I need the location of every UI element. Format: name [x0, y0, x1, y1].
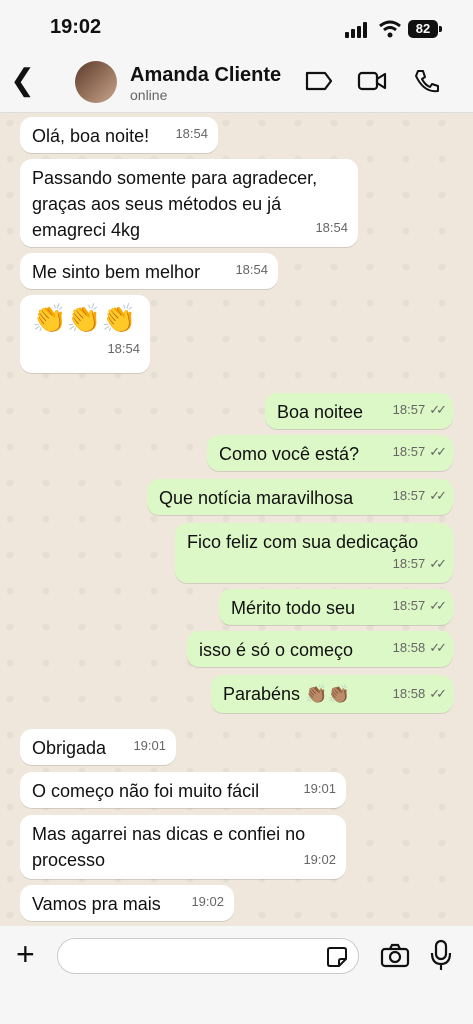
message-bubble[interactable]: Boa noitee 18:57 ✓✓ [265, 393, 453, 429]
microphone-icon[interactable] [430, 939, 452, 971]
read-ticks-icon: ✓✓ [429, 444, 447, 459]
read-ticks-icon: ✓✓ [429, 598, 447, 613]
message-input[interactable] [57, 938, 359, 974]
message-text: Mas agarrei nas dicas e confiei no proce… [32, 824, 306, 870]
chevron-left-icon[interactable]: ❮ [10, 66, 35, 96]
message-time: 18:57 [392, 556, 426, 571]
contact-name[interactable]: Amanda Cliente [130, 64, 281, 87]
message-time: 18:57 [392, 598, 426, 613]
sticker-icon[interactable] [326, 946, 348, 968]
message-time: 18:57 [392, 402, 426, 417]
signal-icon [345, 22, 371, 38]
contact-status: online [130, 87, 168, 103]
message-time: 18:54 [107, 341, 140, 356]
message-time: 18:57 [392, 488, 426, 503]
message-text: Passando somente para agradecer, graças … [32, 168, 318, 240]
message-time: 18:54 [175, 126, 208, 141]
tag-icon[interactable] [304, 68, 334, 94]
message-time: 18:58 [392, 686, 426, 701]
wifi-icon [379, 20, 401, 38]
message-bubble[interactable]: Fico feliz com sua dedicação 18:57 ✓✓ [175, 523, 453, 583]
camera-icon[interactable] [380, 942, 410, 968]
status-bar: 19:02 82 [0, 0, 473, 50]
message-bubble[interactable]: Mérito todo seu 18:57 ✓✓ [219, 589, 453, 625]
battery-icon: 82 [408, 20, 442, 38]
composer-bar: + [0, 926, 473, 1024]
message-time: 18:54 [235, 262, 268, 277]
read-ticks-icon: ✓✓ [429, 488, 447, 503]
message-bubble[interactable]: Me sinto bem melhor 18:54 [20, 253, 278, 289]
message-bubble[interactable]: Mas agarrei nas dicas e confiei no proce… [20, 815, 346, 879]
message-bubble[interactable]: Parabéns 👏🏽👏🏽 18:58 ✓✓ [211, 675, 453, 713]
read-ticks-icon: ✓✓ [429, 556, 447, 571]
read-ticks-icon: ✓✓ [429, 686, 447, 701]
message-bubble[interactable]: Como você está? 18:57 ✓✓ [207, 435, 453, 471]
message-text: Me sinto bem melhor [32, 262, 201, 282]
message-time: 19:01 [133, 738, 166, 753]
message-text: O começo não foi muito fácil [32, 781, 260, 801]
chat-header: ❮ Amanda Cliente online [0, 50, 473, 113]
message-time: 19:01 [303, 781, 336, 796]
message-bubble[interactable]: isso é só o começo 18:58 ✓✓ [187, 631, 453, 667]
message-bubble[interactable]: O começo não foi muito fácil 19:01 [20, 772, 346, 808]
message-bubble[interactable]: Que notícia maravilhosa 18:57 ✓✓ [147, 479, 453, 515]
avatar[interactable] [75, 61, 117, 103]
message-time: 18:58 [392, 640, 426, 655]
message-time: 19:02 [191, 894, 224, 909]
plus-icon[interactable]: + [16, 938, 35, 970]
message-list[interactable]: Olá, boa noite! 18:54 Passando somente p… [0, 113, 473, 926]
message-bubble[interactable]: Olá, boa noite! 18:54 [20, 117, 218, 153]
message-bubble[interactable]: Obrigada 19:01 [20, 729, 176, 765]
message-time: 18:57 [392, 444, 426, 459]
message-bubble[interactable]: 👏👏👏 18:54 [20, 295, 150, 373]
phone-icon[interactable] [412, 68, 442, 94]
message-bubble[interactable]: Vamos pra mais 19:02 [20, 885, 234, 921]
message-time: 18:54 [315, 220, 348, 235]
status-time: 19:02 [50, 16, 102, 38]
read-ticks-icon: ✓✓ [429, 402, 447, 417]
read-ticks-icon: ✓✓ [429, 640, 447, 655]
message-time: 19:02 [303, 852, 336, 867]
message-bubble[interactable]: Passando somente para agradecer, graças … [20, 159, 358, 247]
video-call-icon[interactable] [357, 68, 387, 94]
